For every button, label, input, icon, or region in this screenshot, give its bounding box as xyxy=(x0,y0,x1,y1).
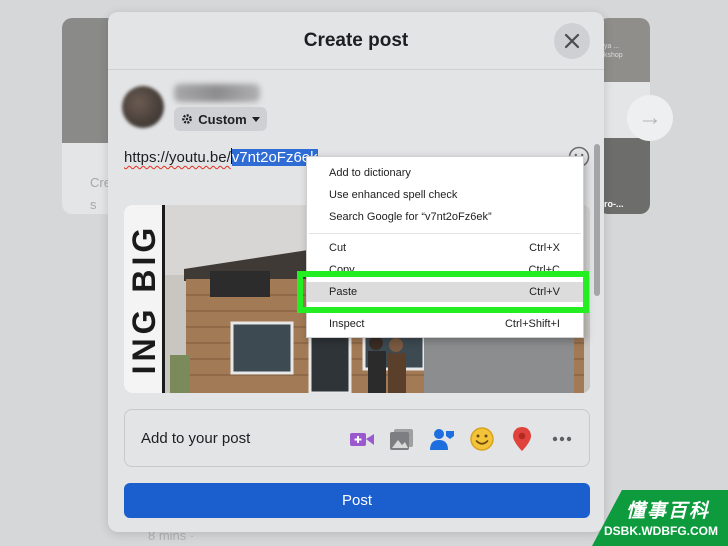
menu-item-add-to-dictionary[interactable]: Add to dictionary xyxy=(307,163,583,183)
menu-item-label: Cut xyxy=(329,242,347,254)
location-icon[interactable] xyxy=(509,426,535,452)
add-to-post-label: Add to your post xyxy=(141,430,251,447)
menu-item-enhanced-spell-check[interactable]: Use enhanced spell check xyxy=(307,185,583,205)
background-story-text-right: ya ... kshop xyxy=(604,43,623,59)
user-name-blurred xyxy=(174,84,260,102)
dialog-scrollbar[interactable] xyxy=(594,144,600,296)
menu-item-cut[interactable]: Cut Ctrl+X xyxy=(307,238,583,258)
menu-item-label: Inspect xyxy=(329,318,365,330)
more-icon[interactable] xyxy=(549,426,575,452)
feeling-icon[interactable] xyxy=(469,426,495,452)
photo-icon[interactable] xyxy=(389,426,415,452)
menu-item-search-google[interactable]: Search Google for “v7nt2oFz6ek” xyxy=(307,207,583,227)
avatar xyxy=(122,86,164,128)
watermark-en: DSBK.WDBFG.COM xyxy=(604,524,718,538)
menu-item-label: Use enhanced spell check xyxy=(329,189,458,201)
privacy-selector-button[interactable]: Custom xyxy=(174,107,267,131)
stories-next-button[interactable]: → xyxy=(627,95,673,141)
close-button[interactable] xyxy=(554,23,590,59)
post-button[interactable]: Post xyxy=(124,483,590,518)
menu-separator xyxy=(309,233,581,234)
menu-item-inspect[interactable]: Inspect Ctrl+Shift+I xyxy=(307,314,583,334)
gear-icon xyxy=(182,114,193,124)
menu-item-shortcut: Ctrl+X xyxy=(529,242,560,254)
watermark-logo: 懂事百科 DSBK.WDBFG.COM xyxy=(592,490,728,546)
menu-item-shortcut: Ctrl+Shift+I xyxy=(504,318,560,330)
tag-people-icon[interactable] xyxy=(429,426,455,452)
chevron-right-icon: → xyxy=(638,104,662,131)
add-to-post-bar: Add to your post xyxy=(124,409,590,467)
background-story-caption-right: ro-... xyxy=(604,199,624,209)
video-icon[interactable] xyxy=(349,426,375,452)
dialog-title: Create post xyxy=(303,30,409,51)
menu-item-label: Search Google for “v7nt2oFz6ek” xyxy=(329,211,492,223)
chevron-down-icon xyxy=(251,116,260,122)
post-text-selection: v7nt2oFz6ek xyxy=(231,149,318,166)
post-text-plain: https://youtu.be/ xyxy=(124,149,231,166)
dialog-header: Create post xyxy=(108,12,604,70)
menu-item-label: Add to dictionary xyxy=(329,167,411,179)
close-icon xyxy=(564,33,580,49)
privacy-label: Custom xyxy=(198,111,247,127)
paste-highlight-box xyxy=(297,271,589,313)
post-text-input[interactable]: https://youtu.be/v7nt2oFz6ek xyxy=(124,148,318,166)
watermark-cn: 懂事百科 xyxy=(626,501,711,522)
link-preview-overlay-text: ING BIG xyxy=(126,223,162,375)
